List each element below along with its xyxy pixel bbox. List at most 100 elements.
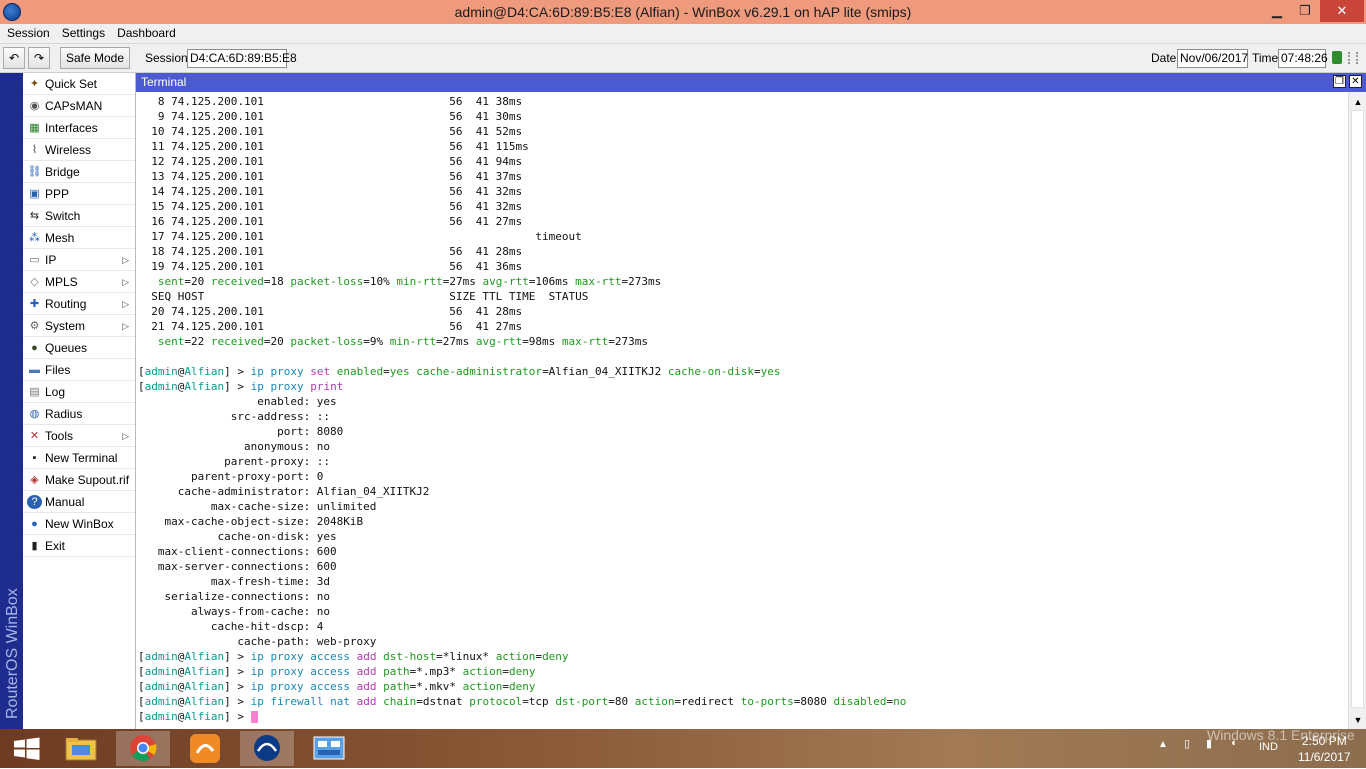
terminal-text: add: [356, 680, 384, 693]
terminal-text: 9 74.125.200.101 56 41 30ms: [138, 110, 523, 123]
sidebar-item-wireless[interactable]: ⌇ Wireless: [23, 139, 135, 161]
terminal-text: admin: [144, 665, 178, 678]
sidebar-item-mpls[interactable]: ◇ MPLS ▷: [23, 271, 135, 293]
scroll-thumb[interactable]: [1351, 110, 1364, 708]
terminal-line: 9 74.125.200.101 56 41 30ms: [138, 109, 906, 124]
terminal-text: packet-loss: [290, 335, 364, 348]
sidebar-item-new-winbox[interactable]: ● New WinBox: [23, 513, 135, 535]
sidebar-item-ip[interactable]: ▭ IP ▷: [23, 249, 135, 271]
terminal-text: cache-hit-dscp: 4: [138, 620, 324, 633]
terminal-text: 18 74.125.200.101 56 41 28ms: [138, 245, 523, 258]
terminal-text: =: [502, 680, 509, 693]
terminal-text: max-rtt: [575, 275, 622, 288]
terminal-text: Alfian: [184, 695, 225, 708]
clock-date[interactable]: 11/6/2017: [1298, 750, 1351, 764]
sidebar-item-new-terminal[interactable]: ▪ New Terminal: [23, 447, 135, 469]
terminal-output[interactable]: 8 74.125.200.101 56 41 38ms 9 74.125.200…: [136, 92, 1348, 729]
maximize-icon[interactable]: ❐: [1288, 0, 1322, 22]
sidebar-item-make-supout-rif[interactable]: ◈ Make Supout.rif: [23, 469, 135, 491]
terminal-text: max-cache-size: unlimited: [138, 500, 377, 513]
terminal-text: 14 74.125.200.101 56 41 32ms: [138, 185, 523, 198]
menu-settings[interactable]: Settings: [55, 24, 110, 43]
session-field[interactable]: D4:CA:6D:89:B5:E8: [187, 49, 297, 68]
sidebar-item-exit[interactable]: ▮ Exit: [23, 535, 135, 557]
sidebar-item-manual[interactable]: ? Manual: [23, 491, 135, 513]
sidebar-item-interfaces[interactable]: ▦ Interfaces: [23, 117, 135, 139]
sidebar-item-quick-set[interactable]: ✦ Quick Set: [23, 73, 135, 95]
menu-dashboard[interactable]: Dashboard: [110, 24, 181, 43]
sidebar-item-capsman[interactable]: ◉ CAPsMAN: [23, 95, 135, 117]
sidebar-item-label: Interfaces: [45, 121, 98, 135]
terminal-line: max-cache-size: unlimited: [138, 499, 906, 514]
terminal-text: =: [383, 365, 390, 378]
sidebar-item-queues[interactable]: ● Queues: [23, 337, 135, 359]
scroll-down-icon[interactable]: ▼: [1352, 714, 1364, 726]
mesh-icon: ⁂: [29, 232, 40, 244]
tray-expand-icon[interactable]: ▲: [1158, 739, 1168, 750]
sidebar-item-radius[interactable]: ◍ Radius: [23, 403, 135, 425]
sidebar-item-label: Quick Set: [45, 77, 98, 91]
terminal-line: [admin@Alfian] > ip proxy access add pat…: [138, 679, 906, 694]
terminal-text: avg-rtt: [475, 335, 523, 348]
sidebar-item-files[interactable]: ▬ Files: [23, 359, 135, 381]
sidebar-item-switch[interactable]: ⇆ Switch: [23, 205, 135, 227]
battery-icon[interactable]: ▯: [1184, 737, 1190, 750]
terminal-text: received: [210, 335, 264, 348]
terminal-text: admin: [144, 380, 178, 393]
sidebar-item-label: Radius: [45, 407, 83, 421]
redo-button[interactable]: ↷: [28, 47, 50, 69]
terminal-text: to-ports: [740, 695, 794, 708]
terminal-text: cache-administrator: Alfian_04_XIITKJ2: [138, 485, 430, 498]
sidebar-item-system[interactable]: ⚙ System ▷: [23, 315, 135, 337]
lock-icon: [1332, 51, 1342, 64]
terminal-text: =redirect: [674, 695, 741, 708]
sidebar-item-log[interactable]: ▤ Log: [23, 381, 135, 403]
windows-start-icon[interactable]: [0, 731, 54, 766]
sidebar-item-label: Make Supout.rif: [45, 473, 130, 487]
terminal-line: [admin@Alfian] > ip proxy access add pat…: [138, 664, 906, 679]
chrome-icon[interactable]: [116, 731, 170, 766]
sidebar-item-bridge[interactable]: ⛓ Bridge: [23, 161, 135, 183]
scroll-up-icon[interactable]: ▲: [1352, 96, 1364, 108]
file-explorer-icon[interactable]: [54, 731, 108, 766]
sidebar-item-ppp[interactable]: ▣ PPP: [23, 183, 135, 205]
terminal-text: 10 74.125.200.101 56 41 52ms: [138, 125, 523, 138]
terminal-line: 8 74.125.200.101 56 41 38ms: [138, 94, 906, 109]
sidebar-item-tools[interactable]: ✕ Tools ▷: [23, 425, 135, 447]
terminal-scrollbar[interactable]: ▲ ▼: [1348, 92, 1366, 729]
uc-browser-icon[interactable]: [178, 731, 232, 766]
queues-icon: ●: [31, 342, 38, 354]
menu-session[interactable]: Session: [0, 24, 55, 43]
terminal-text: [: [138, 380, 145, 393]
terminal-text: =*linux*: [436, 650, 496, 663]
terminal-lines: 8 74.125.200.101 56 41 38ms 9 74.125.200…: [138, 94, 906, 724]
safe-mode-button[interactable]: Safe Mode: [60, 47, 130, 69]
terminal-text: =dstnat: [416, 695, 470, 708]
terminal-line: 19 74.125.200.101 56 41 36ms: [138, 259, 906, 274]
undo-button[interactable]: ↶: [3, 47, 25, 69]
winbox-taskbar-icon[interactable]: [240, 731, 294, 766]
sidebar-item-label: Log: [45, 385, 66, 399]
sidebar-item-label: Files: [45, 363, 71, 377]
sidebar-item-label: New Terminal: [45, 451, 118, 465]
terminal-text: action: [462, 665, 503, 678]
terminal-line: sent=20 received=18 packet-loss=10% min-…: [138, 274, 906, 289]
terminal-text: ] >: [224, 380, 251, 393]
wireless-icon: ⌇: [31, 144, 38, 156]
sidebar-item-mesh[interactable]: ⁂ Mesh: [23, 227, 135, 249]
terminal-close-icon[interactable]: ✕: [1349, 75, 1362, 88]
control-panel-icon[interactable]: [302, 731, 356, 766]
restore-icon[interactable]: ❐: [1333, 75, 1346, 88]
terminal-text: 16 74.125.200.101 56 41 27ms: [138, 215, 523, 228]
radius-icon: ◍: [29, 408, 40, 420]
close-icon[interactable]: ✕: [1320, 0, 1364, 22]
terminal-text: ip proxy access: [250, 680, 357, 693]
terminal-line: max-cache-object-size: 2048KiB: [138, 514, 906, 529]
terminal-text: always-from-cache: no: [138, 605, 331, 618]
sidebar-item-routing[interactable]: ✚ Routing ▷: [23, 293, 135, 315]
terminal-text: src-address: ::: [138, 410, 331, 423]
terminal-line: [admin@Alfian] >: [138, 709, 906, 724]
terminal-text: admin: [144, 695, 178, 708]
